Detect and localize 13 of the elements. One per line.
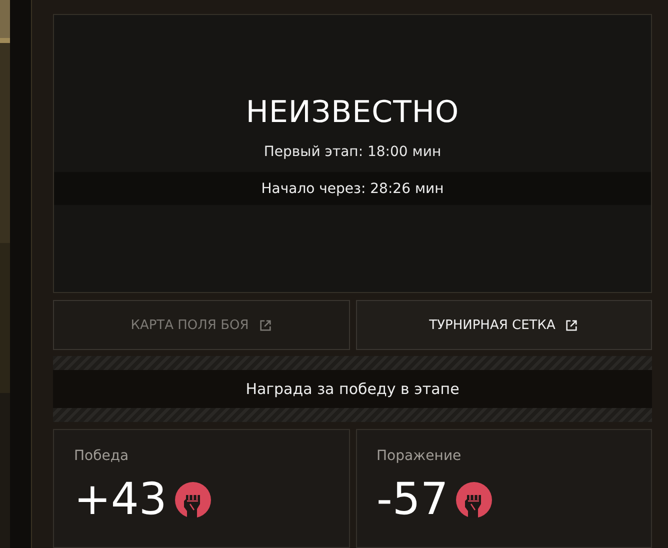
reward-title: Награда за победу в этапе <box>246 380 460 398</box>
fist-icon <box>456 482 492 518</box>
external-link-icon <box>565 318 578 332</box>
result-label: Победа <box>74 448 130 464</box>
status-title: НЕИЗВЕСТНО <box>246 95 460 130</box>
points-value: +43 <box>74 474 167 525</box>
first-stage-time: Первый этап: 18:00 мин <box>264 144 442 160</box>
countdown-text: Начало через: 28:26 мин <box>261 180 444 196</box>
points-value: -57 <box>376 474 448 525</box>
result-label: Поражение <box>376 448 462 464</box>
external-link-icon <box>258 318 272 332</box>
fist-icon <box>174 482 211 518</box>
link-button[interactable]: ТУРНИРНАЯ СЕТКА <box>356 300 652 350</box>
